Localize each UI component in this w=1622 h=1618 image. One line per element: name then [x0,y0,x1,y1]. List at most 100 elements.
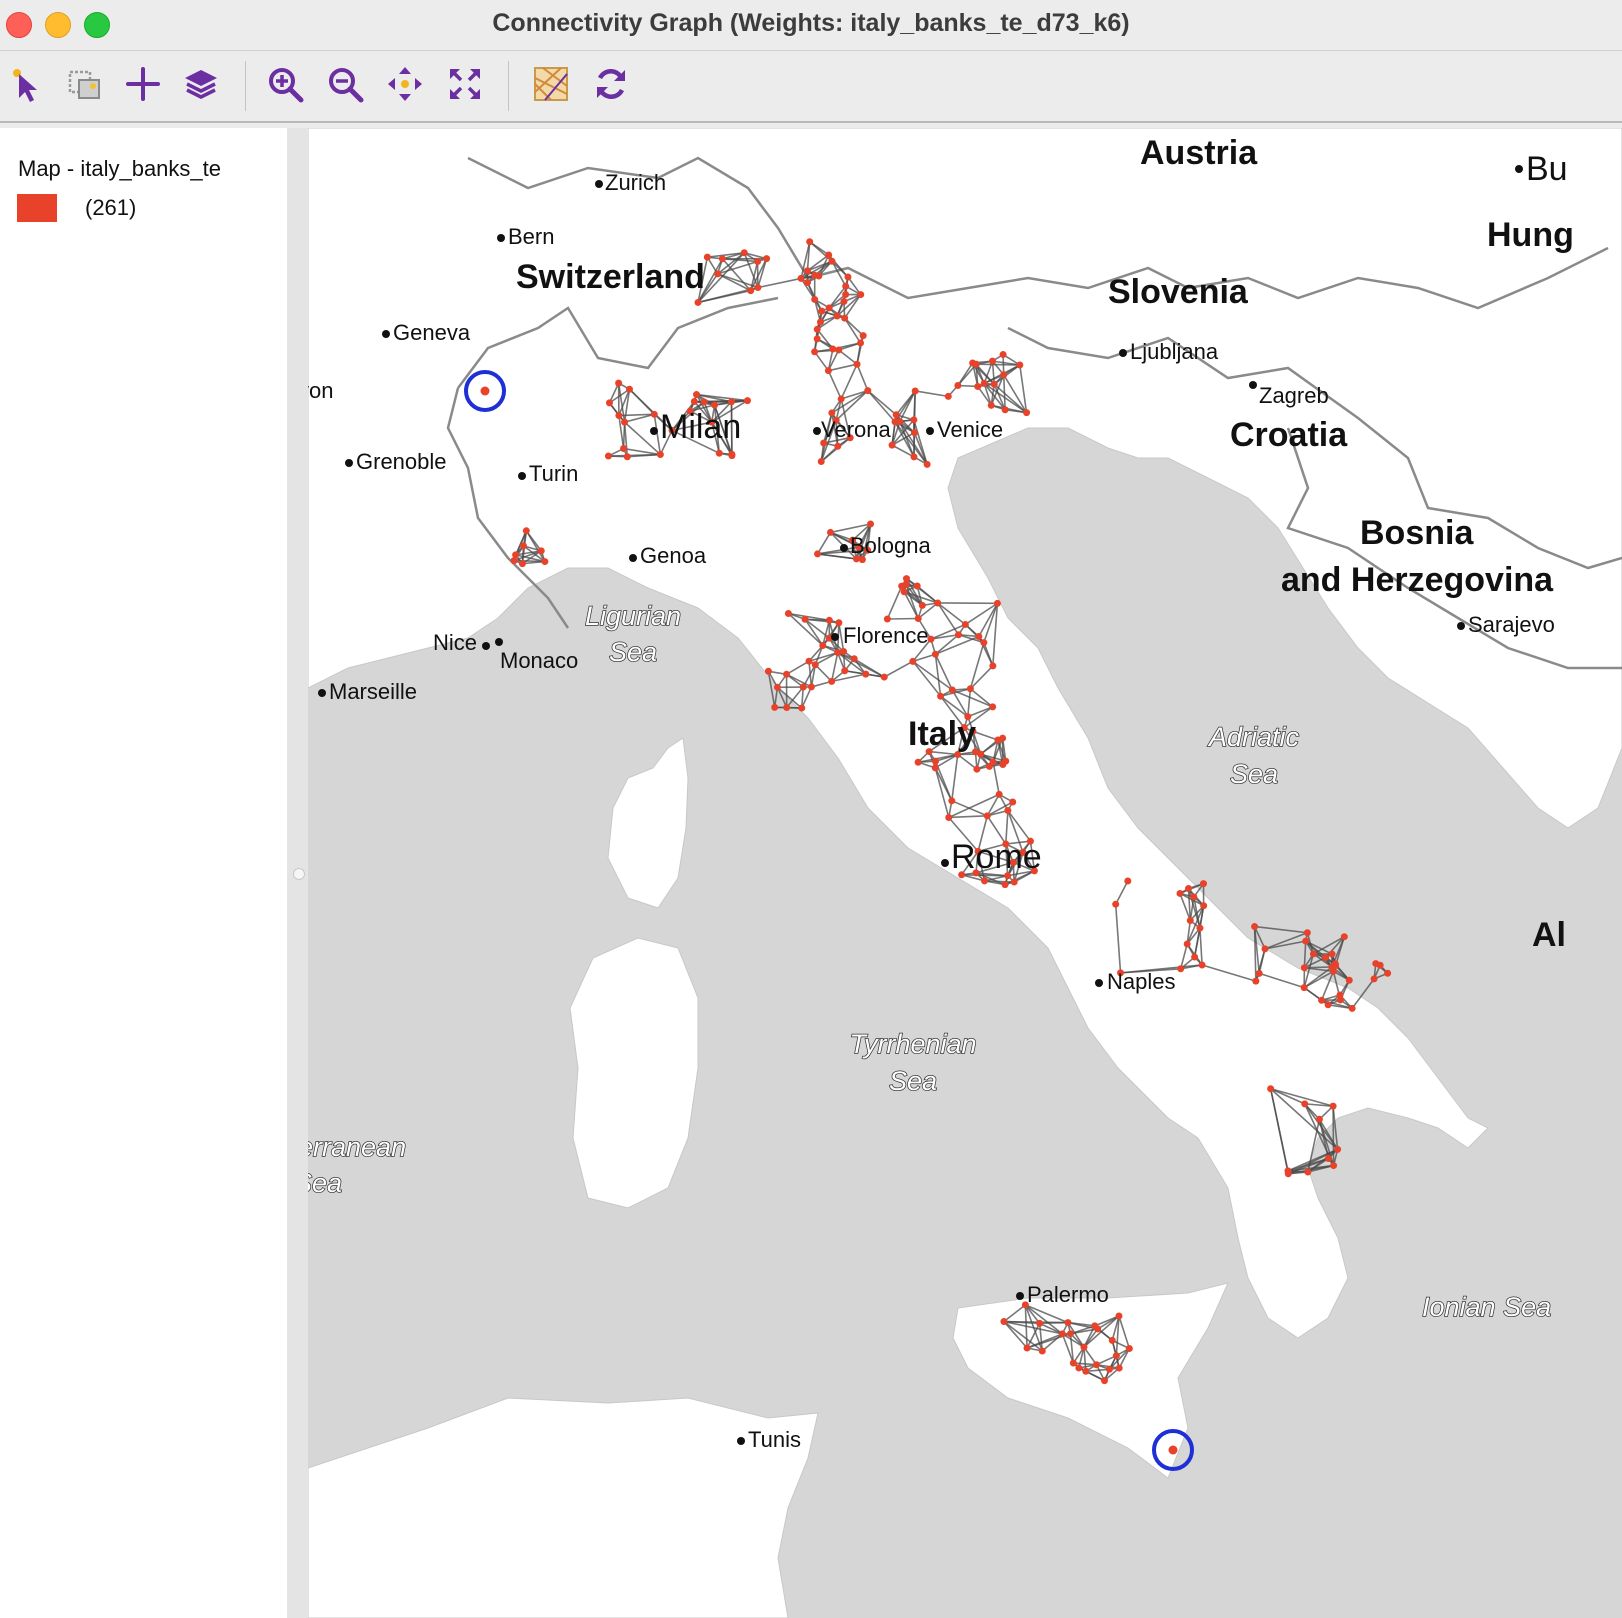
bank-point[interactable] [842,282,850,290]
bank-point[interactable] [931,764,939,772]
pan-button[interactable] [382,61,428,107]
bank-point[interactable] [714,270,722,278]
bank-point[interactable] [840,298,848,306]
bank-point[interactable] [541,558,549,566]
bank-point[interactable] [1309,950,1317,958]
bank-point[interactable] [1345,976,1353,984]
bank-point[interactable] [1023,1344,1031,1352]
bank-point[interactable] [806,238,814,246]
bank-point[interactable] [519,542,527,550]
bank-point[interactable] [948,686,956,694]
bank-point[interactable] [841,667,849,675]
bank-point[interactable] [910,453,918,461]
bank-point[interactable] [1322,953,1330,961]
bank-point[interactable] [522,527,530,535]
bank-point[interactable] [1183,940,1191,948]
bank-point[interactable] [891,418,899,426]
bank-point[interactable] [825,304,833,312]
bank-point[interactable] [974,382,982,390]
bank-point[interactable] [811,348,819,356]
bank-point[interactable] [818,307,826,315]
bank-point[interactable] [1004,807,1012,815]
bank-point[interactable] [829,345,837,353]
bank-point[interactable] [973,765,981,773]
bank-point[interactable] [626,385,633,393]
bank-point[interactable] [1009,798,1017,806]
bank-point[interactable] [1191,953,1199,961]
bank-point[interactable] [910,416,918,424]
bank-point[interactable] [797,274,805,282]
bank-point[interactable] [989,703,997,711]
bank-point[interactable] [1016,361,1024,369]
bank-point[interactable] [1340,933,1348,941]
bank-point[interactable] [1108,1336,1116,1344]
bank-point[interactable] [1075,1364,1083,1372]
bank-point[interactable] [805,657,813,665]
bank-point[interactable] [934,599,942,607]
bank-point[interactable] [754,284,762,292]
connectivity-map[interactable]: Zurich Bern Geneva yon Grenoble Turin Mi… [308,128,1622,1618]
bank-point[interactable] [801,615,809,623]
bank-point[interactable] [784,609,792,617]
bank-point[interactable] [623,453,631,461]
bank-point[interactable] [850,655,858,663]
isolated-point[interactable] [1168,1445,1178,1455]
bank-point[interactable] [518,560,526,568]
bank-point[interactable] [975,632,983,640]
bank-point[interactable] [1177,965,1185,973]
bank-point[interactable] [743,397,751,405]
bank-point[interactable] [1384,969,1392,977]
bank-point[interactable] [835,619,843,627]
bank-point[interactable] [1176,889,1184,897]
bank-point[interactable] [1080,1343,1088,1351]
bank-point[interactable] [718,255,726,263]
bank-point[interactable] [1125,1344,1133,1352]
bank-point[interactable] [834,442,842,450]
bank-point[interactable] [914,614,922,622]
bank-point[interactable] [754,257,762,265]
bank-point[interactable] [883,615,891,623]
bank-point[interactable] [804,279,812,287]
bank-point[interactable] [715,449,723,457]
bank-point[interactable] [1304,1168,1312,1176]
bank-point[interactable] [1324,1154,1332,1162]
bank-point[interactable] [1023,409,1031,417]
bank-point[interactable] [1100,1377,1108,1385]
bank-point[interactable] [1200,902,1208,910]
bank-point[interactable] [999,351,1007,359]
bank-point[interactable] [857,339,865,347]
zoom-in-button[interactable] [262,61,308,107]
bank-point[interactable] [833,312,841,320]
bank-point[interactable] [1190,893,1198,901]
bank-point[interactable] [740,249,748,257]
bank-point[interactable] [990,380,998,388]
bank-point[interactable] [980,639,988,647]
bank-point[interactable] [813,325,821,333]
bank-point[interactable] [862,670,870,678]
bank-point[interactable] [844,273,852,281]
bank-point[interactable] [909,657,917,665]
bank-point[interactable] [1000,371,1008,379]
bank-point[interactable] [1315,1115,1323,1123]
bank-point[interactable] [955,631,963,639]
bank-point[interactable] [1330,1162,1338,1170]
bank-point[interactable] [1001,406,1009,414]
bank-point[interactable] [1255,969,1263,977]
bank-point[interactable] [604,452,612,460]
bank-point[interactable] [1372,960,1380,968]
bank-point[interactable] [811,295,819,303]
panel-splitter[interactable] [287,128,308,1618]
bank-point[interactable] [1332,962,1340,970]
bank-point[interactable] [828,677,836,685]
zoom-out-button[interactable] [322,61,368,107]
bank-point[interactable] [1094,1325,1102,1333]
bank-point[interactable] [814,550,822,558]
isolated-point[interactable] [480,386,490,396]
bank-point[interactable] [1334,1145,1342,1153]
bank-point[interactable] [828,409,836,417]
bank-point[interactable] [853,360,861,368]
bank-point[interactable] [1198,961,1206,969]
bank-point[interactable] [1284,1170,1292,1178]
basemap-button[interactable] [528,61,574,107]
bank-point[interactable] [1199,880,1207,888]
